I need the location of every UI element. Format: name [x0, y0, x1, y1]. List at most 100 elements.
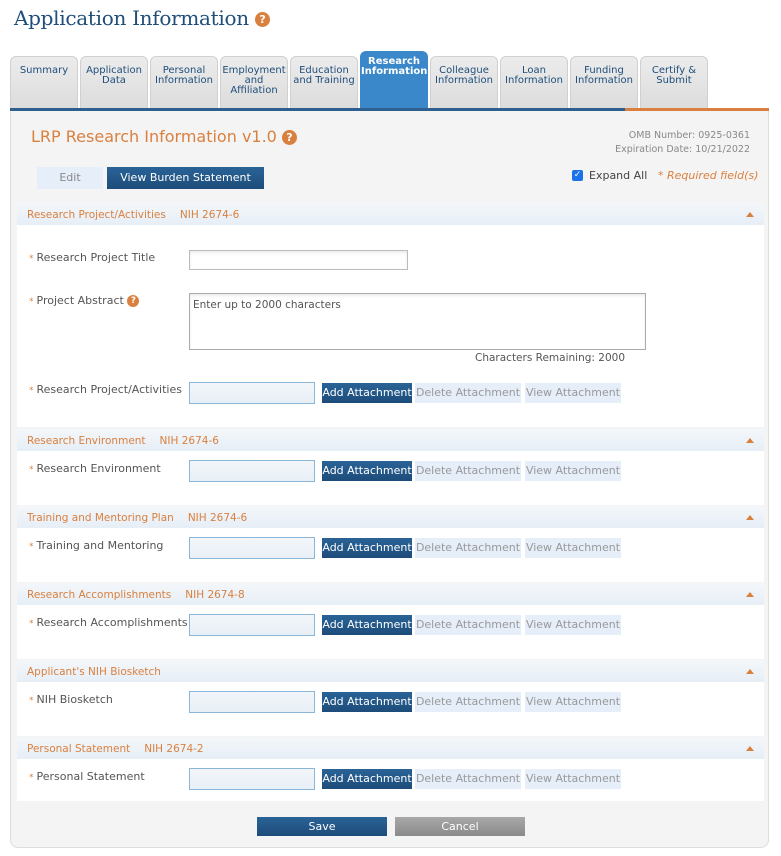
- delete-attachment-button[interactable]: Delete Attachment: [415, 461, 521, 481]
- collapse-caret-icon[interactable]: [746, 515, 754, 520]
- save-button[interactable]: Save: [257, 817, 387, 836]
- view-attachment-button[interactable]: View Attachment: [525, 538, 621, 558]
- tab-application-data[interactable]: Application Data: [80, 56, 148, 108]
- add-attachment-button[interactable]: Add Attachment: [322, 383, 412, 403]
- section-title: Personal Statement: [27, 743, 131, 755]
- required-star: *: [29, 696, 34, 706]
- attachment-file-input[interactable]: [189, 768, 315, 790]
- section-code: NIH 2674-6: [187, 512, 248, 524]
- section-title: Research Environment: [27, 435, 146, 447]
- field-label-attachment: * Personal Statement: [29, 770, 145, 783]
- help-icon[interactable]: ?: [281, 130, 297, 145]
- form-panel: LRP Research Information v1.0 ? OMB Numb…: [10, 111, 769, 848]
- expiration-date: Expiration Date: 10/21/2022: [615, 144, 750, 155]
- required-note: * Required field(s): [658, 169, 759, 182]
- required-star: *: [29, 465, 34, 475]
- edit-button[interactable]: Edit: [37, 167, 103, 189]
- checkbox-checked-icon[interactable]: ✓: [572, 170, 583, 181]
- tab-colleague-information[interactable]: Colleague Information: [430, 56, 498, 108]
- attachment-file-input[interactable]: [189, 691, 315, 713]
- attachment-file-input[interactable]: [189, 382, 315, 404]
- tab-employment-affiliation[interactable]: Employment and Affiliation: [220, 56, 288, 108]
- section-body-research-project: * Research Project Title * Project Abstrac…: [17, 225, 764, 427]
- tab-funding-information[interactable]: Funding Information: [570, 56, 638, 108]
- tab-certify-submit[interactable]: Certify & Submit: [640, 56, 708, 108]
- section-body-nih-biosketch: * NIH Biosketch Add Attachment Delete Att…: [17, 682, 764, 736]
- attachment-file-input[interactable]: [189, 460, 315, 482]
- section-body-research-environment: * Research Environment Add Attachment Del…: [17, 451, 764, 505]
- delete-attachment-button[interactable]: Delete Attachment: [415, 538, 521, 558]
- label-text: Research Project Title: [36, 251, 156, 264]
- add-attachment-button[interactable]: Add Attachment: [322, 461, 412, 481]
- form-title-text: LRP Research Information v1.0: [31, 127, 277, 146]
- label-text: Research Accomplishments: [36, 616, 188, 629]
- section-header-research-environment[interactable]: Research Environment NIH 2674-6: [17, 429, 764, 451]
- tab-research-information[interactable]: Research Information: [360, 51, 428, 108]
- section-header-research-accomplishments[interactable]: Research Accomplishments NIH 2674-8: [17, 583, 764, 605]
- field-label-attachment: * Research Project/Activities: [29, 383, 182, 396]
- page-title-text: Application Information: [14, 6, 249, 30]
- tab-education-training[interactable]: Education and Training: [290, 56, 358, 108]
- required-star: *: [29, 254, 34, 264]
- section-header-research-project[interactable]: Research Project/Activities NIH 2674-6: [17, 203, 764, 225]
- collapse-caret-icon[interactable]: [746, 438, 754, 443]
- form-title: LRP Research Information v1.0 ?: [31, 127, 297, 146]
- add-attachment-button[interactable]: Add Attachment: [322, 615, 412, 635]
- delete-attachment-button[interactable]: Delete Attachment: [415, 383, 521, 403]
- collapse-caret-icon[interactable]: [746, 592, 754, 597]
- label-text: Project Abstract: [36, 294, 124, 307]
- omb-number: OMB Number: 0925-0361: [628, 130, 750, 141]
- delete-attachment-button[interactable]: Delete Attachment: [415, 615, 521, 635]
- label-text: Personal Statement: [36, 770, 145, 783]
- collapse-caret-icon[interactable]: [746, 746, 754, 751]
- section-header-nih-biosketch[interactable]: Applicant's NIH Biosketch: [17, 660, 764, 682]
- tab-loan-information[interactable]: Loan Information: [500, 56, 568, 108]
- add-attachment-button[interactable]: Add Attachment: [322, 769, 412, 789]
- project-abstract-textarea[interactable]: Enter up to 2000 characters: [189, 293, 646, 350]
- section-body-personal-statement: * Personal Statement Add Attachment Delet…: [17, 759, 764, 801]
- tab-personal-information[interactable]: Personal Information: [150, 56, 218, 108]
- characters-remaining: Characters Remaining: 2000: [475, 352, 625, 364]
- view-attachment-button[interactable]: View Attachment: [525, 461, 621, 481]
- section-header-personal-statement[interactable]: Personal Statement NIH 2674-2: [17, 737, 764, 759]
- delete-attachment-button[interactable]: Delete Attachment: [415, 769, 521, 789]
- view-attachment-button[interactable]: View Attachment: [525, 692, 621, 712]
- required-star: *: [29, 773, 34, 783]
- expand-all-toggle[interactable]: ✓ Expand All: [572, 169, 647, 182]
- required-star: *: [29, 386, 34, 396]
- section-code: NIH 2674-8: [185, 589, 245, 601]
- delete-attachment-button[interactable]: Delete Attachment: [415, 692, 521, 712]
- cancel-button[interactable]: Cancel: [395, 817, 525, 836]
- view-burden-statement-button[interactable]: View Burden Statement: [107, 167, 264, 189]
- field-label-attachment: * Training and Mentoring: [29, 539, 163, 552]
- section-title: Research Project/Activities: [27, 209, 166, 221]
- tab-bar: Summary Application Data Personal Inform…: [10, 51, 710, 108]
- collapse-caret-icon[interactable]: [746, 212, 754, 217]
- add-attachment-button[interactable]: Add Attachment: [322, 692, 412, 712]
- section-code: NIH 2674-6: [179, 209, 240, 221]
- help-icon[interactable]: ?: [127, 295, 140, 307]
- label-text: Research Project/Activities: [36, 383, 182, 396]
- view-attachment-button[interactable]: View Attachment: [525, 769, 621, 789]
- required-star: *: [29, 297, 34, 307]
- omb-info: OMB Number: 0925-0361 Expiration Date: 1…: [615, 129, 750, 157]
- attachment-file-input[interactable]: [189, 614, 315, 636]
- field-label-attachment: * Research Accomplishments: [29, 616, 188, 629]
- add-attachment-button[interactable]: Add Attachment: [322, 538, 412, 558]
- section-body-training-mentoring: * Training and Mentoring Add Attachment D…: [17, 528, 764, 582]
- view-attachment-button[interactable]: View Attachment: [525, 615, 621, 635]
- section-body-research-accomplishments: * Research Accomplishments Add Attachment…: [17, 605, 764, 659]
- view-attachment-button[interactable]: View Attachment: [525, 383, 621, 403]
- help-icon[interactable]: ?: [254, 12, 270, 27]
- research-project-title-input[interactable]: [189, 250, 408, 270]
- collapse-caret-icon[interactable]: [746, 669, 754, 674]
- attachment-file-input[interactable]: [189, 537, 315, 559]
- label-text: Research Environment: [36, 462, 161, 475]
- page-title: Application Information ?: [14, 6, 270, 30]
- required-star: *: [29, 542, 34, 552]
- section-title: Training and Mentoring Plan: [27, 512, 174, 524]
- tab-summary[interactable]: Summary: [10, 56, 78, 108]
- field-label-attachment: * NIH Biosketch: [29, 693, 113, 706]
- field-label-attachment: * Research Environment: [29, 462, 161, 475]
- section-header-training-mentoring[interactable]: Training and Mentoring Plan NIH 2674-6: [17, 506, 764, 528]
